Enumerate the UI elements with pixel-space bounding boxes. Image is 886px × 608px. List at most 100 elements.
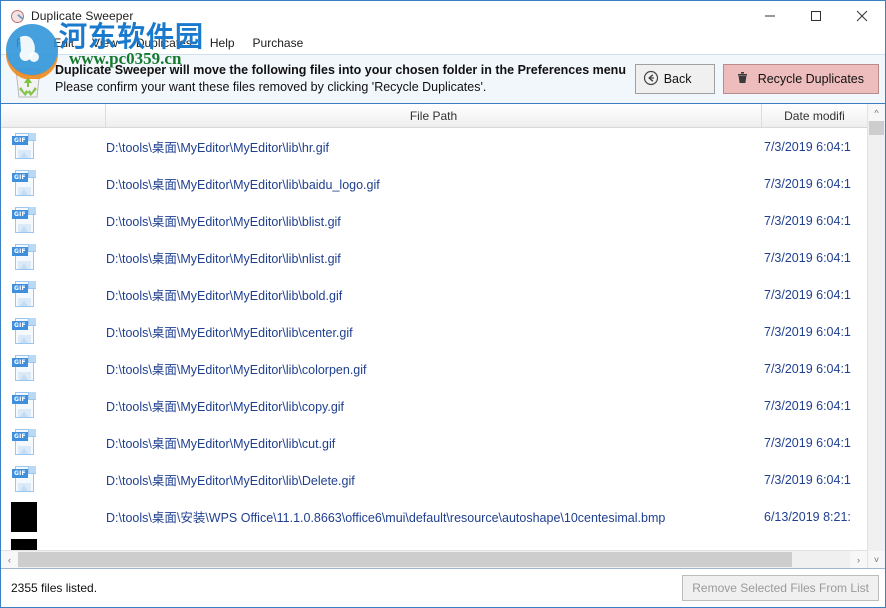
gif-file-icon: GIF	[11, 391, 37, 421]
status-bar: 2355 files listed. Remove Selected Files…	[1, 569, 885, 607]
file-path-cell: D:\tools\桌面\MyEditor\MyEditor\lib\nlist.…	[106, 252, 341, 266]
chevron-down-icon[interactable]: ˅	[868, 551, 885, 568]
table-row[interactable]: GIF D:\tools\桌面\MyEditor\MyEditor\lib\nli…	[1, 239, 867, 276]
file-path-cell: D:\tools\桌面\MyEditor\MyEditor\lib\center…	[106, 326, 353, 340]
file-icon-cell: GIF	[1, 206, 106, 236]
vertical-scroll-thumb[interactable]	[869, 121, 884, 135]
title-bar: Duplicate Sweeper	[1, 1, 885, 32]
window-controls	[747, 1, 885, 31]
table-row[interactable]: GIF D:\tools\桌面\MyEditor\MyEditor\lib\cen…	[1, 313, 867, 350]
column-header-file-path[interactable]: File Path	[106, 104, 762, 127]
maximize-icon[interactable]	[793, 1, 839, 31]
menu-item-file[interactable]: File	[7, 34, 44, 52]
duplicate-sweeper-icon	[9, 8, 25, 24]
file-icon-cell: GIF	[1, 317, 106, 347]
table-row[interactable]: GIF	[1, 535, 867, 550]
file-path-cell: D:\tools\桌面\安装\WPS Office\11.1.0.8663\of…	[106, 511, 666, 525]
column-header-icon[interactable]	[1, 104, 106, 127]
gif-file-icon: GIF	[11, 132, 37, 162]
vertical-scroll-track[interactable]	[868, 121, 885, 551]
trash-icon	[735, 70, 750, 88]
chevron-up-icon[interactable]: ^	[868, 104, 885, 121]
file-path-cell: D:\tools\桌面\MyEditor\MyEditor\lib\copy.g…	[106, 400, 345, 414]
file-icon-cell: GIF	[1, 428, 106, 458]
gif-file-icon: GIF	[11, 317, 37, 347]
file-path-cell: D:\tools\桌面\MyEditor\MyEditor\lib\Delete…	[106, 474, 355, 488]
file-icon-cell: GIF	[1, 538, 106, 550]
vertical-scrollbar[interactable]: ^ ˅	[867, 104, 885, 568]
table-row[interactable]: GIF D:\tools\桌面\MyEditor\MyEditor\lib\bli…	[1, 202, 867, 239]
file-path-cell: D:\tools\桌面\MyEditor\MyEditor\lib\bold.g…	[106, 289, 343, 303]
date-modified-cell: 7/3/2019 6:04:1	[764, 472, 851, 487]
date-modified-cell: 7/3/2019 6:04:1	[764, 176, 851, 191]
file-icon-cell: GIF	[1, 354, 106, 384]
file-path-cell: D:\tools\桌面\MyEditor\MyEditor\lib\blist.…	[106, 215, 341, 229]
back-button[interactable]: Back	[634, 64, 715, 94]
app-window: Duplicate Sweeper File Edit View Duplica…	[0, 0, 886, 608]
date-modified-cell: 7/3/2019 6:04:1	[764, 435, 851, 450]
table-row[interactable]: GIF D:\tools\桌面\MyEditor\MyEditor\lib\bol…	[1, 276, 867, 313]
date-modified-cell: 7/3/2019 6:04:1	[764, 398, 851, 413]
file-icon-cell: GIF	[1, 132, 106, 162]
menu-bar: File Edit View Duplicates Help Purchase	[1, 32, 885, 54]
gif-file-icon: GIF	[11, 243, 37, 273]
table-row[interactable]: GIF D:\tools\桌面\MyEditor\MyEditor\lib\bai…	[1, 165, 867, 202]
file-path-cell: D:\tools\桌面\MyEditor\MyEditor\lib\cut.gi…	[106, 437, 336, 451]
horizontal-scroll-thumb[interactable]	[18, 552, 792, 567]
message-line-secondary: Please confirm your want these files rem…	[55, 80, 487, 94]
close-icon[interactable]	[839, 1, 885, 31]
date-modified-cell: 7/3/2019 6:04:1	[764, 213, 851, 228]
gif-file-icon: GIF	[11, 280, 37, 310]
minimize-icon[interactable]	[747, 1, 793, 31]
gif-file-icon: GIF	[11, 428, 37, 458]
file-path-cell: D:\tools\桌面\MyEditor\MyEditor\lib\baidu_…	[106, 178, 380, 192]
file-icon-cell: GIF	[1, 169, 106, 199]
date-modified-cell: 7/3/2019 6:04:1	[764, 324, 851, 339]
table-row[interactable]: GIF D:\tools\桌面\MyEditor\MyEditor\lib\cut…	[1, 424, 867, 461]
gif-file-icon: GIF	[11, 206, 37, 236]
gif-file-icon: GIF	[11, 465, 37, 495]
table-row[interactable]: GIF D:\tools\桌面\MyEditor\MyEditor\lib\hr.…	[1, 128, 867, 165]
date-modified-cell: 6/13/2019 8:21:	[764, 509, 851, 524]
file-list-rows[interactable]: GIF D:\tools\桌面\MyEditor\MyEditor\lib\hr.…	[1, 128, 867, 550]
date-modified-cell: 7/3/2019 6:04:1	[764, 287, 851, 302]
table-row[interactable]: GIF D:\tools\桌面\MyEditor\MyEditor\lib\cop…	[1, 387, 867, 424]
date-modified-cell: 7/3/2019 6:04:1	[764, 361, 851, 376]
menu-item-help[interactable]: Help	[201, 34, 244, 52]
column-header-date-modified[interactable]: Date modifi	[762, 104, 867, 127]
back-button-label: Back	[663, 72, 692, 86]
menu-item-purchase[interactable]: Purchase	[244, 34, 313, 52]
recycle-duplicates-label: Recycle Duplicates	[757, 72, 864, 86]
menu-item-view[interactable]: View	[83, 34, 127, 52]
table-row[interactable]: GIF D:\tools\桌面\MyEditor\MyEditor\lib\Del…	[1, 461, 867, 498]
message-text-group: Duplicate Sweeper will move the followin…	[55, 62, 635, 96]
date-modified-cell: 7/3/2019 6:04:1	[764, 250, 851, 265]
back-arrow-icon	[643, 70, 659, 89]
chevron-left-icon[interactable]: ‹	[1, 551, 18, 568]
status-text: 2355 files listed.	[11, 581, 98, 595]
recycle-bin-icon	[5, 57, 51, 101]
table-row[interactable]: GIF D:\tools\桌面\安装\WPS Office\11.1.0.8663…	[1, 498, 867, 535]
file-icon-cell: GIF	[1, 280, 106, 310]
chevron-right-icon[interactable]: ›	[850, 551, 867, 568]
message-bar-actions: Back Recycle Duplicates	[634, 64, 879, 94]
file-icon-cell: GIF	[1, 501, 106, 532]
horizontal-scrollbar[interactable]: ‹ ›	[1, 550, 867, 568]
recycle-duplicates-button[interactable]: Recycle Duplicates	[722, 64, 879, 94]
menu-item-duplicates[interactable]: Duplicates	[127, 34, 201, 52]
file-list-area: File Path Date modifi GIF D:\tools\桌面\MyE…	[1, 104, 885, 569]
table-row[interactable]: GIF D:\tools\桌面\MyEditor\MyEditor\lib\col…	[1, 350, 867, 387]
horizontal-scroll-track[interactable]	[18, 551, 850, 568]
window-title: Duplicate Sweeper	[31, 9, 134, 23]
file-path-cell: D:\tools\桌面\MyEditor\MyEditor\lib\colorp…	[106, 363, 367, 377]
message-bar: Duplicate Sweeper will move the followin…	[1, 54, 885, 104]
file-icon-cell: GIF	[1, 465, 106, 495]
remove-selected-files-button[interactable]: Remove Selected Files From List	[682, 575, 879, 601]
bmp-file-icon: GIF	[11, 501, 37, 532]
bmp-file-icon: GIF	[11, 538, 37, 550]
file-icon-cell: GIF	[1, 391, 106, 421]
message-line-primary: Duplicate Sweeper will move the followin…	[55, 63, 626, 77]
file-path-cell: D:\tools\桌面\MyEditor\MyEditor\lib\hr.gif	[106, 141, 329, 155]
menu-item-edit[interactable]: Edit	[44, 34, 83, 52]
file-list-header: File Path Date modifi	[1, 104, 867, 128]
